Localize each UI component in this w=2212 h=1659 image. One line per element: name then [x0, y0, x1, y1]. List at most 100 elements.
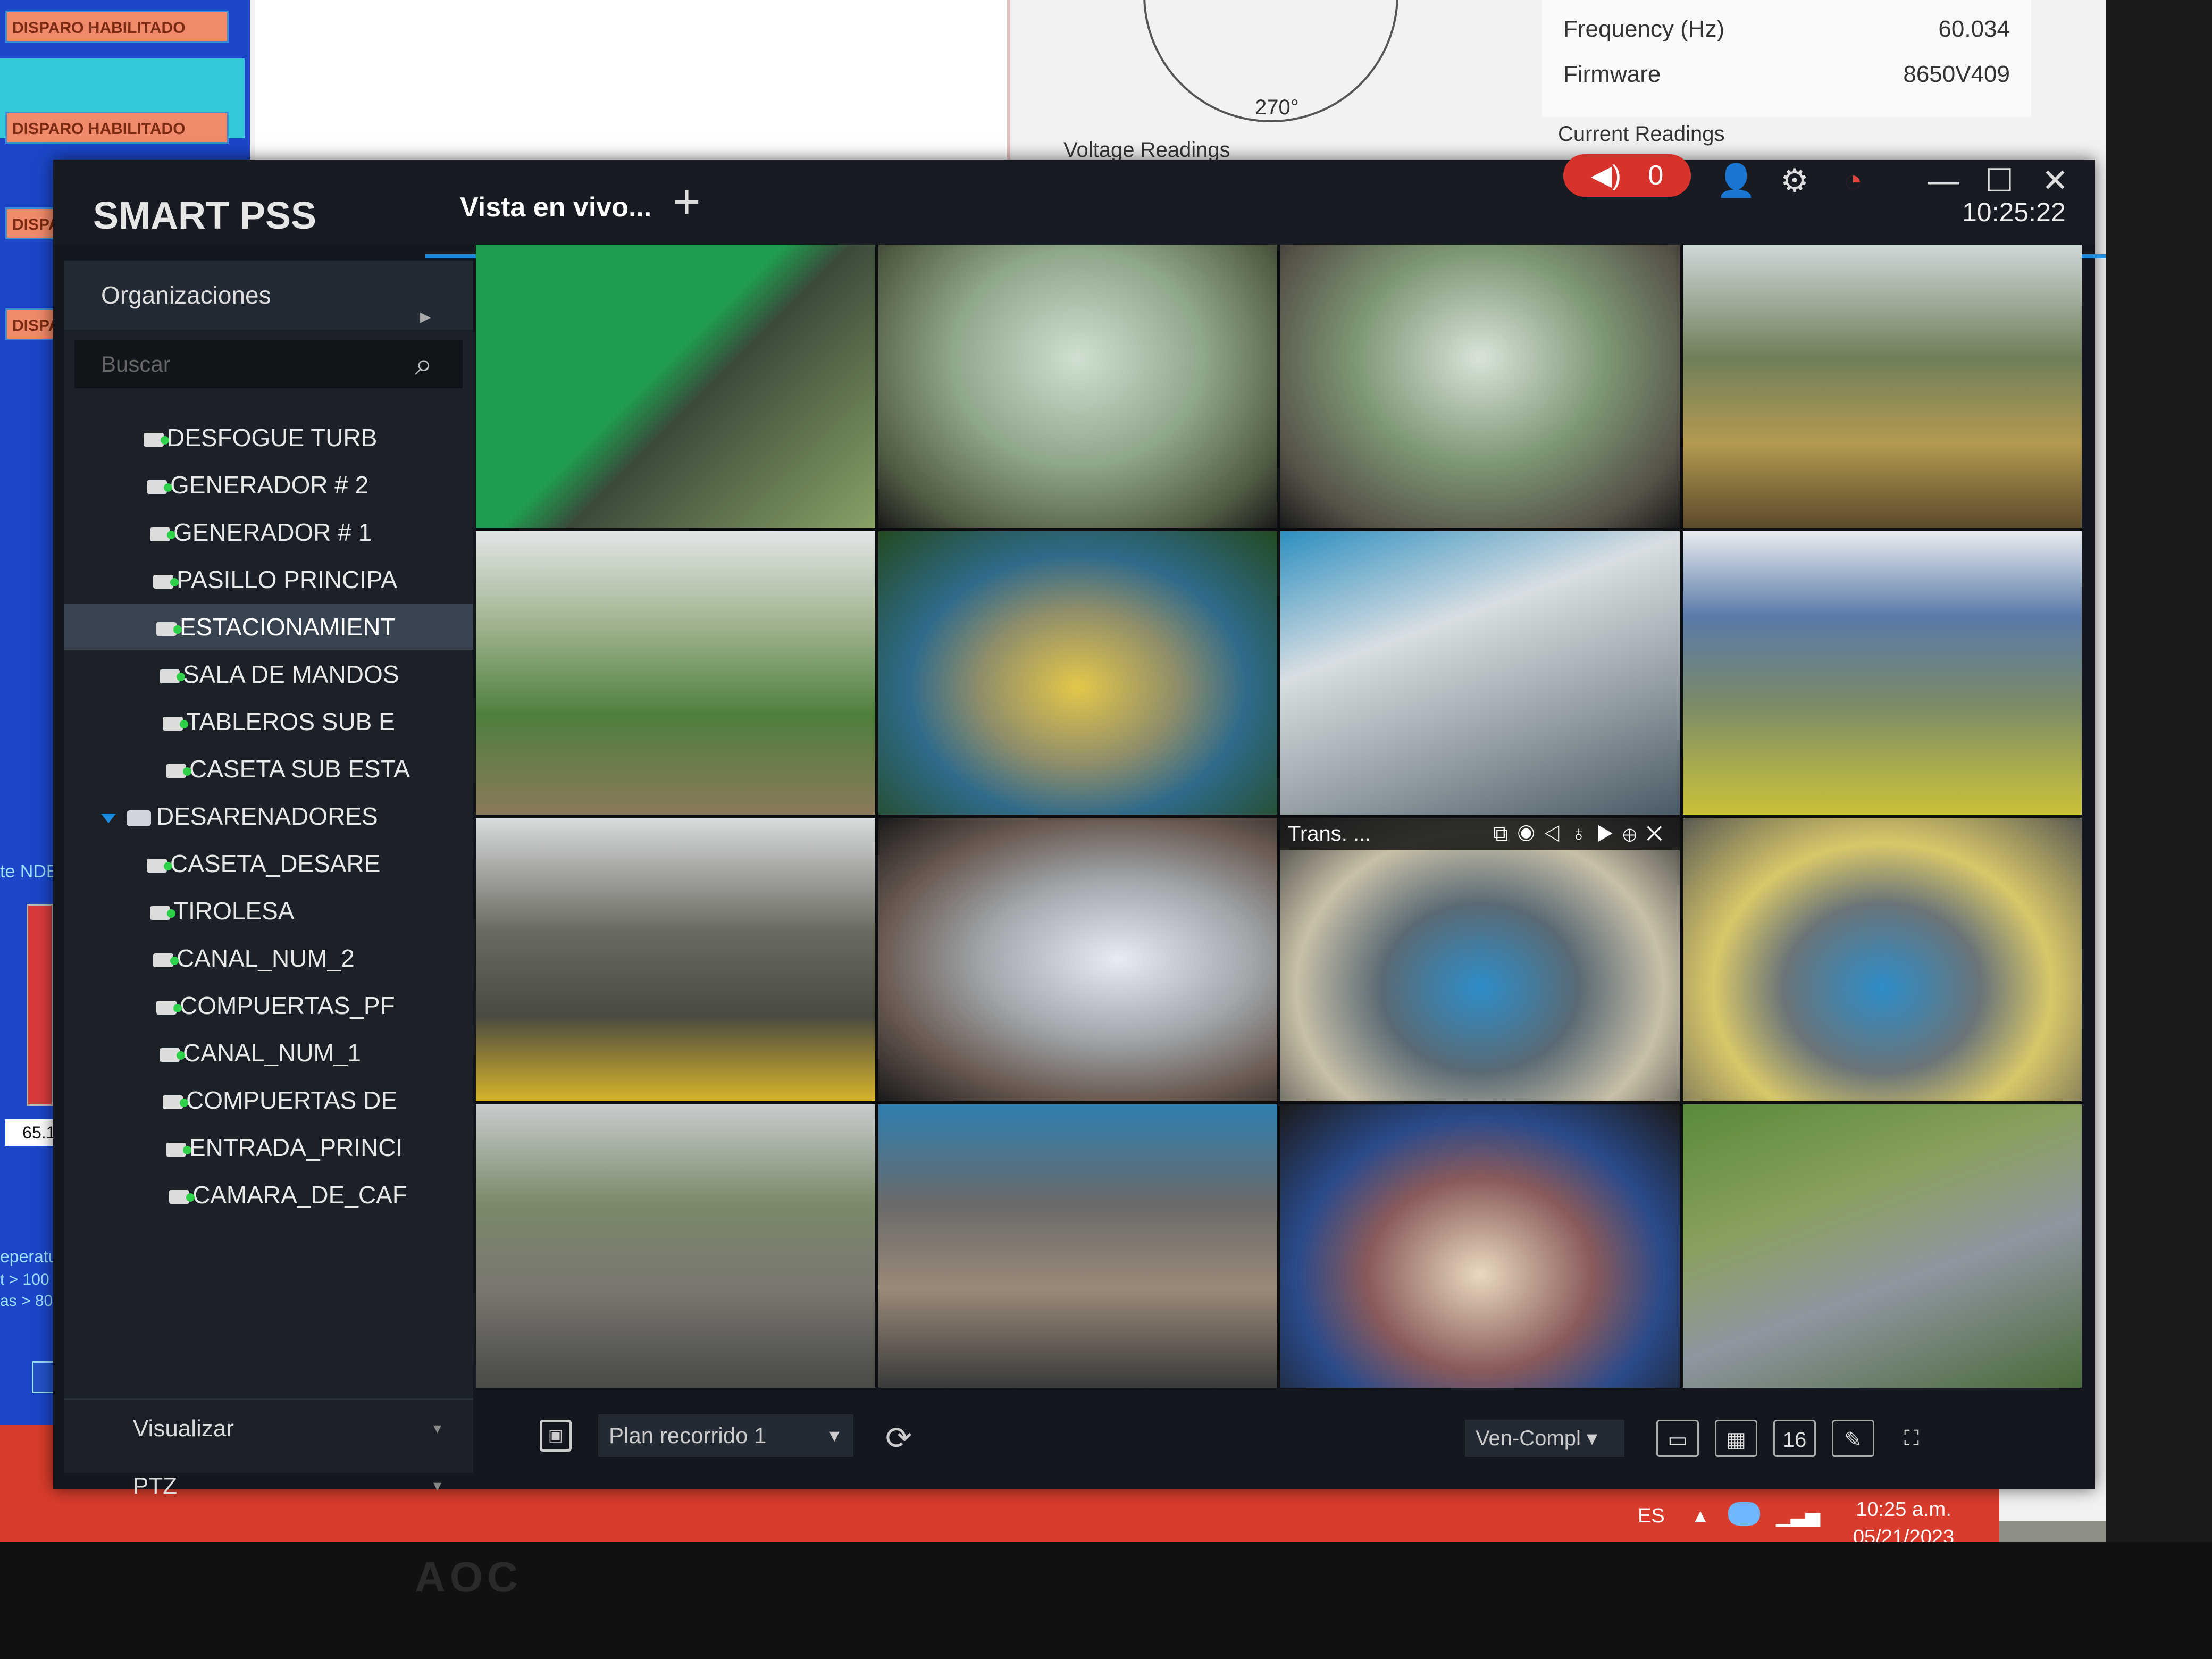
add-tab-button[interactable]: + [673, 178, 715, 226]
layout-single-icon[interactable]: ▭ [1656, 1420, 1699, 1457]
tree-item-camera[interactable]: CASETA_DESARE [64, 841, 473, 886]
camera-tile[interactable] [878, 531, 1277, 815]
tree-item-camera[interactable]: DESFOGUE TURB [64, 415, 473, 460]
fullscreen-icon[interactable]: ⛶ [1890, 1420, 1933, 1457]
tree-item-camera[interactable]: ENTRADA_PRINCI [64, 1125, 473, 1170]
minimize-icon[interactable]: — [1920, 157, 1967, 205]
close-icon[interactable]: ✕ [1646, 822, 1672, 845]
alarm-counter[interactable]: ◀) 0 [1563, 154, 1691, 197]
camera-online-icon [166, 1142, 191, 1157]
tree-item-camera[interactable]: CAMARA_DE_CAF [64, 1172, 473, 1218]
tree-item-camera[interactable]: COMPUERTAS_PF [64, 983, 473, 1028]
camera-tile[interactable] [476, 1104, 875, 1388]
taskbar-time[interactable]: 10:25 a.m. [1829, 1498, 1978, 1521]
edit-layout-icon[interactable]: ✎ [1832, 1420, 1874, 1457]
organizations-header[interactable]: Organizaciones ▸ [64, 261, 473, 330]
language-indicator[interactable]: ES [1638, 1505, 1665, 1528]
tree-item-camera[interactable]: GENERADOR # 2 [64, 462, 473, 508]
camera-tile[interactable] [476, 245, 875, 528]
layout-16-button[interactable]: 16 [1773, 1420, 1816, 1457]
camera-tile[interactable] [476, 818, 875, 1101]
zoom-icon[interactable]: ⊕ [1623, 822, 1646, 845]
layout-grid-icon[interactable]: ▦ [1715, 1420, 1757, 1457]
expand-arrow-icon[interactable] [101, 813, 116, 823]
tree-item-camera[interactable]: COMPUERTAS DE [64, 1077, 473, 1123]
camera-tile[interactable] [1682, 245, 2082, 528]
settings-gear-icon[interactable]: ⚙ [1771, 157, 1819, 205]
visualizar-section[interactable]: Visualizar ▾ [64, 1398, 473, 1457]
tree-item-label: CASETA SUB ESTA [189, 755, 410, 783]
chevron-down-icon[interactable]: ▼ [826, 1414, 843, 1457]
tree-item-camera[interactable]: CASETA SUB ESTA [64, 746, 473, 792]
tree-item-label: SALA DE MANDOS [183, 660, 399, 688]
chevron-right-icon[interactable]: ▸ [420, 282, 441, 328]
background-chart-panel [255, 0, 1010, 160]
cloud-icon[interactable] [1728, 1502, 1760, 1526]
video-grid: Trans. ... ⧉◉◁♁▶⊕✕ [476, 245, 2082, 1388]
ptz-label: PTZ [133, 1473, 178, 1499]
camera-tile[interactable] [1280, 245, 1680, 528]
window-mode-select[interactable]: Ven-Compl ▾ [1465, 1420, 1624, 1457]
chevron-down-icon[interactable]: ▾ [433, 1457, 441, 1515]
play-icon[interactable]: ▶ [1596, 822, 1623, 845]
tree-item-camera[interactable]: CANAL_NUM_1 [64, 1030, 473, 1076]
camera-tile[interactable] [1280, 531, 1680, 815]
tour-plan-select[interactable]: Plan recorrido 1 ▼ [598, 1414, 853, 1457]
camera-tile[interactable] [878, 1104, 1277, 1388]
speaker-icon: ◀) [1590, 160, 1621, 191]
tree-item-camera[interactable]: CANAL_NUM_2 [64, 935, 473, 981]
performance-gauge-icon[interactable]: ◔ [1829, 157, 1877, 205]
tree-item-label: ENTRADA_PRINCI [189, 1134, 403, 1161]
tree-item-label: CANAL_NUM_2 [177, 944, 355, 972]
search-icon[interactable]: ⌕ [415, 346, 452, 383]
camera-online-icon [150, 527, 175, 541]
current-caption: Current Readings [1558, 122, 1725, 146]
camera-tile[interactable] [1682, 531, 2082, 815]
tab-live-view[interactable]: Vista en vivo... [460, 191, 651, 223]
camera-online-icon [153, 574, 179, 589]
window-mode-value: Ven-Compl [1476, 1427, 1581, 1450]
tree-item-camera[interactable]: GENERADOR # 1 [64, 509, 473, 555]
tree-item-camera[interactable]: PASILLO PRINCIPA [64, 557, 473, 602]
user-icon[interactable]: 👤 [1712, 157, 1760, 205]
camera-tile[interactable] [878, 245, 1277, 528]
tile-toolbar: Trans. ... ⧉◉◁♁▶⊕✕ [1280, 818, 1680, 850]
camera-tile[interactable] [1682, 818, 2082, 1101]
ptz-section[interactable]: PTZ ▾ [64, 1457, 473, 1515]
status-label: DISPARO HABILITADO [5, 112, 229, 144]
refresh-icon[interactable]: ⟳ [885, 1420, 923, 1457]
smartpss-window: SMART PSS Vista en vivo... + ◀) 0 👤 ⚙ ◔ … [53, 154, 2159, 1499]
tree-item-camera[interactable]: TABLEROS SUB E [64, 699, 473, 744]
search-placeholder: Buscar [101, 351, 171, 376]
camera-online-icon [156, 622, 182, 636]
camera-online-icon [163, 716, 188, 731]
network-icon[interactable]: ▁▃▅ [1776, 1505, 1820, 1527]
tree-item-label: PASILLO PRINCIPA [177, 566, 397, 593]
tree-item-camera[interactable]: ESTACIONAMIENT [64, 604, 473, 650]
tree-item-label: CAMARA_DE_CAF [192, 1181, 407, 1209]
tree-item-label: TABLEROS SUB E [186, 708, 395, 735]
save-icon[interactable]: ▣ [540, 1420, 572, 1452]
tree-item-label: DESFOGUE TURB [167, 424, 378, 451]
reading-value: 8650V409 [1903, 61, 2010, 87]
microphone-icon[interactable]: ♁ [1571, 822, 1596, 845]
camera-tile[interactable] [878, 818, 1277, 1101]
tree-item-label: GENERADOR # 1 [173, 518, 372, 546]
window-switch-icon[interactable]: ⧉ [1493, 822, 1518, 845]
chevron-down-icon[interactable]: ▾ [433, 1400, 441, 1458]
camera-tile-active[interactable]: Trans. ... ⧉◉◁♁▶⊕✕ [1280, 818, 1680, 1101]
camera-online-icon [147, 480, 172, 494]
camera-tile[interactable] [1280, 1104, 1680, 1388]
camera-tile[interactable] [476, 531, 875, 815]
audio-icon[interactable]: ◁ [1544, 822, 1571, 845]
snapshot-icon[interactable]: ◉ [1518, 822, 1544, 845]
tray-arrow-icon[interactable]: ▲ [1691, 1505, 1710, 1527]
camera-tile[interactable] [1682, 1104, 2082, 1388]
camera-online-icon [163, 1095, 188, 1109]
tree-item-camera[interactable]: TIROLESA [64, 888, 473, 934]
search-input[interactable]: Buscar ⌕ [74, 340, 463, 388]
chevron-down-icon[interactable]: ▾ [1587, 1427, 1597, 1450]
tree-group-desarenadores[interactable]: DESARENADORES [64, 793, 473, 839]
tree-item-label: ESTACIONAMIENT [180, 613, 396, 641]
tree-item-camera[interactable]: SALA DE MANDOS [64, 651, 473, 697]
